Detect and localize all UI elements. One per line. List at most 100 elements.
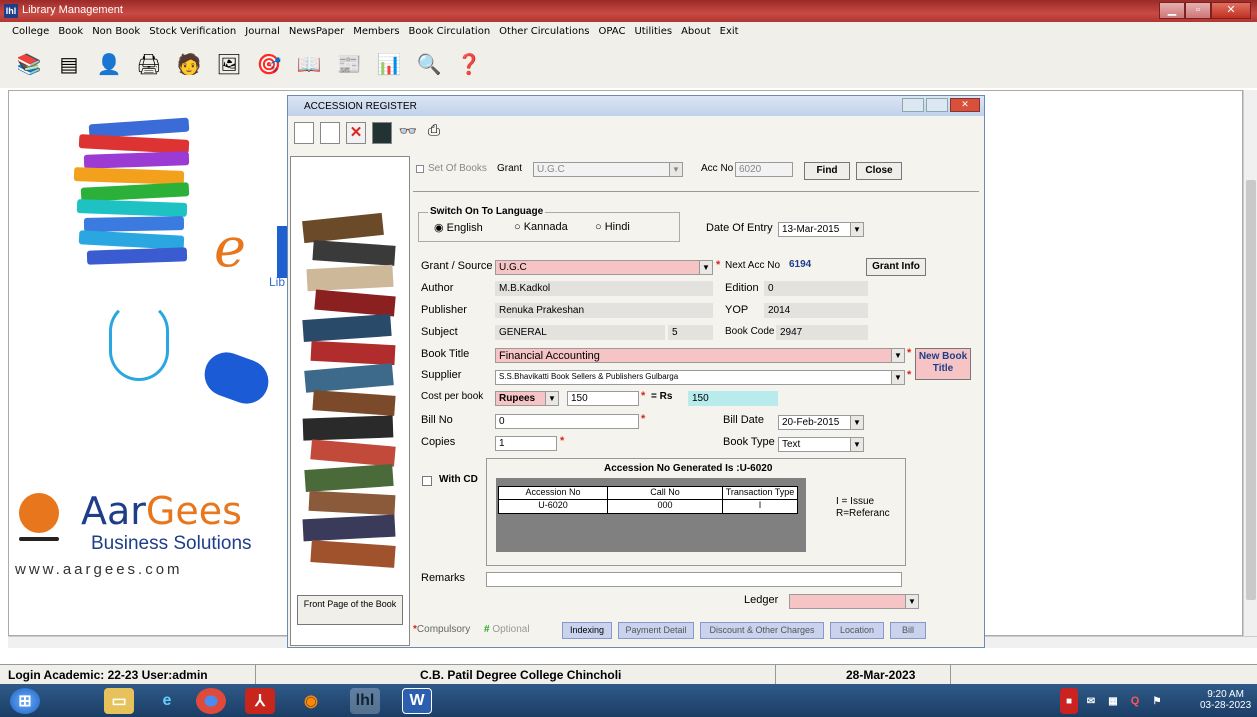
table-cell-call-no[interactable]: 000 xyxy=(607,499,723,514)
acrobat-icon[interactable]: ⅄ xyxy=(245,688,275,714)
copies-input[interactable]: 1 xyxy=(495,436,557,451)
ledger-select[interactable]: ▼ xyxy=(789,594,919,609)
search-icon[interactable]: 👓 xyxy=(398,122,418,144)
payment-detail-button[interactable]: Payment Detail xyxy=(618,622,694,639)
dialog-minimize-button[interactable] xyxy=(902,98,924,112)
books-icon[interactable]: 📚 xyxy=(14,49,44,79)
book-title-label: Book Title xyxy=(421,348,470,360)
book-title-select[interactable]: Financial Accounting ▼ xyxy=(495,348,905,363)
new-icon[interactable] xyxy=(294,122,314,144)
grant-info-button[interactable]: Grant Info xyxy=(866,258,926,276)
menu-book-circulation[interactable]: Book Circulation xyxy=(409,26,491,37)
menu-other-circulations[interactable]: Other Circulations xyxy=(499,26,589,37)
save-icon[interactable] xyxy=(372,122,392,144)
print-icon[interactable]: ⎙ xyxy=(424,122,444,144)
optional-text: Optional xyxy=(492,624,530,635)
minimize-button[interactable]: ▁ xyxy=(1159,2,1185,19)
dialog-title: ACCESSION REGISTER xyxy=(304,101,417,112)
front-page-button[interactable]: Front Page of the Book xyxy=(297,595,403,625)
grant-select[interactable]: U.G.C ▼ xyxy=(533,162,683,177)
indexing-button[interactable]: Indexing xyxy=(562,622,612,639)
subject-value: GENERAL xyxy=(495,325,665,340)
status-date: 28-Mar-2023 xyxy=(846,668,916,682)
register-icon[interactable]: ▤ xyxy=(54,49,84,79)
hindi-radio-label: Hindi xyxy=(604,221,630,233)
menu-utilities[interactable]: Utilities xyxy=(634,26,672,37)
date-of-entry-picker[interactable]: 13-Mar-2015 ▼ xyxy=(778,222,864,237)
front-page-panel: Front Page of the Book xyxy=(290,156,410,646)
tray-icon-1[interactable]: ■ xyxy=(1060,688,1078,714)
help-icon[interactable]: ❓ xyxy=(454,49,484,79)
media-player-icon[interactable]: ◉ xyxy=(296,688,326,714)
menu-bar: College Book Non Book Stock Verification… xyxy=(0,22,1257,40)
bill-no-input[interactable]: 0 xyxy=(495,414,639,429)
menu-journal[interactable]: Journal xyxy=(245,26,280,37)
bill-button[interactable]: Bill xyxy=(890,622,926,639)
tray-icon-3[interactable]: ▦ xyxy=(1104,688,1122,714)
dialog-maximize-button[interactable] xyxy=(926,98,948,112)
menu-college[interactable]: College xyxy=(12,26,49,37)
grant-source-label: Grant / Source xyxy=(421,260,493,272)
return-icon[interactable]: 🎯 xyxy=(254,49,284,79)
book-type-select[interactable]: Text ▼ xyxy=(778,437,864,452)
grant-source-select[interactable]: U.G.C ▼ xyxy=(495,260,713,275)
close-button[interactable]: Close xyxy=(856,162,902,180)
maximize-button[interactable]: ▫ xyxy=(1185,2,1211,19)
kannada-radio[interactable]: ○ Kannada xyxy=(514,221,568,233)
word-icon[interactable]: W xyxy=(402,688,432,714)
scroll-thumb[interactable] xyxy=(1246,180,1256,600)
discount-charges-button[interactable]: Discount & Other Charges xyxy=(700,622,824,639)
explorer-icon[interactable]: ▭ xyxy=(104,688,134,714)
menu-non-book[interactable]: Non Book xyxy=(92,26,140,37)
issue-icon[interactable]: 🖨 xyxy=(134,49,164,79)
vertical-scrollbar[interactable] xyxy=(1243,90,1257,636)
bill-no-label: Bill No xyxy=(421,414,453,426)
library-app-icon[interactable]: lhl xyxy=(350,688,380,714)
member-icon[interactable]: 👤 xyxy=(94,49,124,79)
delete-icon[interactable]: ✕ xyxy=(346,122,366,144)
flag-icon[interactable]: ⚑ xyxy=(1148,688,1166,714)
new-book-title-button[interactable]: New Book Title xyxy=(915,348,971,380)
tray-icon-4[interactable]: Q xyxy=(1126,688,1144,714)
hindi-radio[interactable]: ○ Hindi xyxy=(595,221,630,233)
supplier-select[interactable]: S.S.Bhavikatti Book Sellers & Publishers… xyxy=(495,370,905,385)
report-icon[interactable]: 📊 xyxy=(374,49,404,79)
menu-book[interactable]: Book xyxy=(58,26,83,37)
menu-opac[interactable]: OPAC xyxy=(599,26,626,37)
menu-newspaper[interactable]: NewsPaper xyxy=(289,26,344,37)
company-subtitle: Business Solutions xyxy=(91,533,252,554)
dialog-close-button[interactable]: ✕ xyxy=(950,98,980,112)
set-of-books-checkbox[interactable] xyxy=(416,165,424,173)
clock[interactable]: 9:20 AM 03-28-2023 xyxy=(1200,689,1251,711)
close-window-button[interactable]: ✕ xyxy=(1211,2,1251,19)
chevron-down-icon: ▼ xyxy=(905,595,918,608)
internet-explorer-icon[interactable]: e xyxy=(152,688,182,714)
bill-date-picker[interactable]: 20-Feb-2015 ▼ xyxy=(778,415,864,430)
remarks-input[interactable] xyxy=(486,572,902,587)
start-button-icon[interactable]: ⊞ xyxy=(10,688,40,714)
opac-icon[interactable]: 🔍 xyxy=(414,49,444,79)
required-star: * xyxy=(560,435,565,447)
menu-stock-verification[interactable]: Stock Verification xyxy=(149,26,236,37)
location-button[interactable]: Location xyxy=(830,622,884,639)
with-cd-checkbox[interactable] xyxy=(422,476,432,486)
menu-members[interactable]: Members xyxy=(353,26,399,37)
menu-about[interactable]: About xyxy=(681,26,711,37)
currency-select[interactable]: Rupees ▼ xyxy=(495,391,559,406)
newspaper-icon[interactable]: 📰 xyxy=(334,49,364,79)
menu-exit[interactable]: Exit xyxy=(720,26,739,37)
edit-icon[interactable] xyxy=(320,122,340,144)
acc-no-input[interactable]: 6020 xyxy=(735,162,793,177)
table-header: Accession No xyxy=(498,486,608,500)
english-radio[interactable]: ◉ English xyxy=(434,221,483,234)
find-button[interactable]: Find xyxy=(804,162,850,180)
cost-input[interactable]: 150 xyxy=(567,391,639,406)
tray-icon-2[interactable]: ✉ xyxy=(1082,688,1100,714)
table-cell-transaction[interactable]: I xyxy=(722,499,798,514)
chrome-icon[interactable] xyxy=(196,688,226,714)
journal-icon[interactable]: 📖 xyxy=(294,49,324,79)
cost-per-book-label: Cost per book xyxy=(421,391,484,402)
card-icon[interactable]: 🖼 xyxy=(214,49,244,79)
table-cell-accession[interactable]: U-6020 xyxy=(498,499,608,514)
person-icon[interactable]: 🧑 xyxy=(174,49,204,79)
